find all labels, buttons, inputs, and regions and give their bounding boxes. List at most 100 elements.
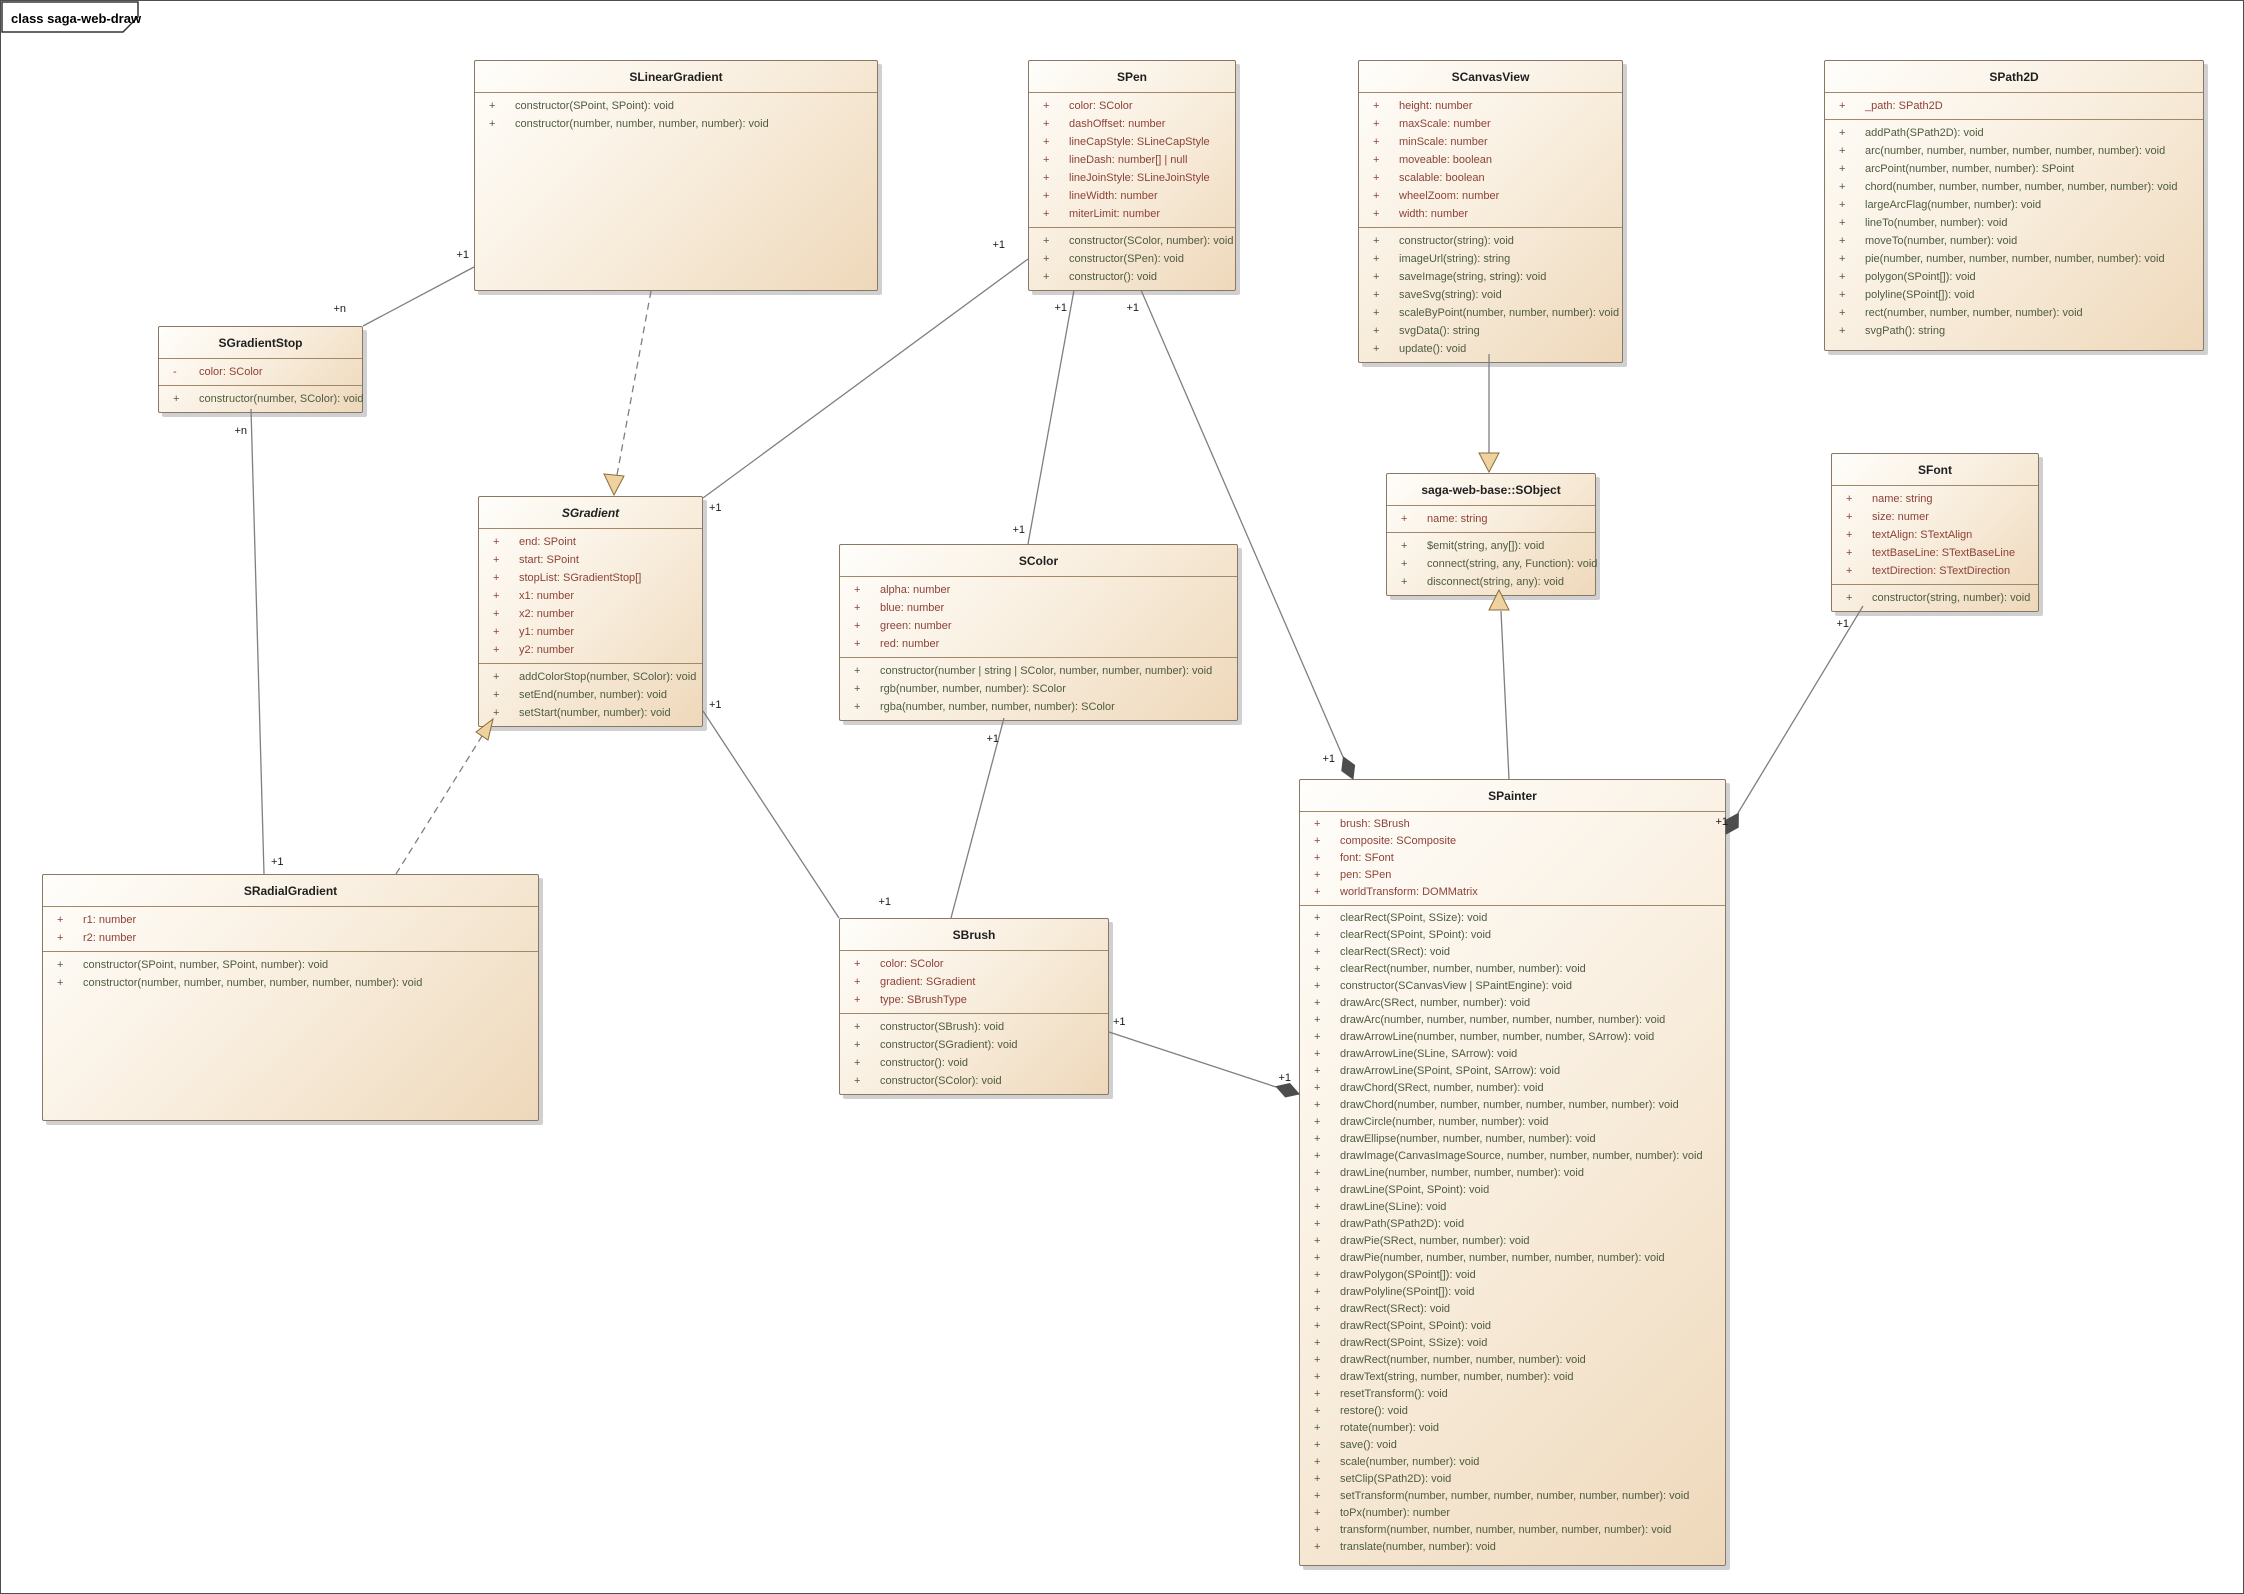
attribute-row-text: textAlign: STextAlign [1872, 526, 1972, 544]
realization-sradialgradient-sgradient[interactable] [396, 736, 482, 874]
visibility-symbol: + [1370, 115, 1399, 133]
generalization-spainter-sobject[interactable] [1501, 611, 1509, 779]
attribute-row: +green: number [840, 617, 1237, 635]
class-SPath2D[interactable]: SPath2D +_path: SPath2D +addPath(SPath2D… [1824, 60, 2204, 351]
class-SGradient[interactable]: SGradient +end: SPoint+start: SPoint+sto… [478, 496, 703, 727]
method-row: +restore(): void [1300, 1403, 1725, 1420]
visibility-symbol: + [1836, 142, 1865, 160]
visibility-symbol: + [1311, 1267, 1340, 1284]
visibility-symbol: + [1370, 133, 1399, 151]
method-row: +constructor(SGradient): void [840, 1036, 1108, 1054]
visibility-symbol: + [1370, 268, 1399, 286]
method-row: +drawArc(SRect, number, number): void [1300, 995, 1725, 1012]
realization-triangle-icon [604, 474, 624, 495]
association-sgradient-sbrush[interactable] [703, 711, 839, 918]
class-SPainter[interactable]: SPainter +brush: SBrush+composite: SComp… [1299, 779, 1726, 1566]
multiplicity-label: +1 [1322, 753, 1335, 765]
method-row: +drawPolygon(SPoint[]): void [1300, 1267, 1725, 1284]
class-SGradientStop[interactable]: SGradientStop -color: SColor +constructo… [158, 326, 363, 413]
visibility-symbol: + [1311, 1301, 1340, 1318]
realization-slineargradient-sgradient[interactable] [617, 291, 651, 475]
frame-tab [2, 2, 138, 32]
method-row: +moveTo(number, number): void [1825, 232, 2203, 250]
method-row-text: imageUrl(string): string [1399, 250, 1510, 268]
attributes-compartment: +brush: SBrush+composite: SComposite+fon… [1300, 811, 1725, 905]
method-row-text: constructor(number, number, number, numb… [515, 115, 769, 133]
method-row-text: clearRect(SRect): void [1340, 944, 1450, 961]
attribute-row-text: scalable: boolean [1399, 169, 1485, 187]
attribute-row-text: minScale: number [1399, 133, 1488, 151]
visibility-symbol: + [851, 599, 880, 617]
attribute-row: +end: SPoint [479, 533, 702, 551]
class-SBrush[interactable]: SBrush +color: SColor+gradient: SGradien… [839, 918, 1109, 1095]
diagram-canvas: +n +1 +n +1 +1 +1 +1 +1 +1 +1 +1 +1 +1 +… [0, 0, 2244, 1594]
methods-compartment: +constructor(SBrush): void+constructor(S… [840, 1013, 1108, 1094]
attribute-row-text: red: number [880, 635, 939, 653]
methods-compartment: +constructor(string): void+imageUrl(stri… [1359, 227, 1622, 362]
method-row-text: drawRect(SRect): void [1340, 1301, 1450, 1318]
class-title: SCanvasView [1359, 61, 1622, 92]
visibility-symbol: + [851, 698, 880, 716]
visibility-symbol: + [851, 1018, 880, 1036]
method-row-text: drawPolyline(SPoint[]): void [1340, 1284, 1475, 1301]
visibility-symbol: + [1311, 1131, 1340, 1148]
attribute-row: +font: SFont [1300, 850, 1725, 867]
method-row-text: saveSvg(string): void [1399, 286, 1502, 304]
composition-sfont-spainter[interactable] [1738, 606, 1863, 813]
visibility-symbol: + [851, 973, 880, 991]
visibility-symbol: + [490, 623, 519, 641]
visibility-symbol: + [490, 668, 519, 686]
attribute-row-text: color: SColor [880, 955, 944, 973]
attribute-row: +worldTransform: DOMMatrix [1300, 884, 1725, 901]
visibility-symbol: + [486, 115, 515, 133]
method-row-text: drawLine(SLine): void [1340, 1199, 1446, 1216]
class-SFont[interactable]: SFont +name: string+size: numer+textAlig… [1831, 453, 2039, 612]
visibility-symbol: + [1311, 1539, 1340, 1556]
class-SColor[interactable]: SColor +alpha: number+blue: number+green… [839, 544, 1238, 721]
methods-compartment: +constructor(number, SColor): void [159, 385, 362, 412]
class-SObject[interactable]: saga-web-base::SObject +name: string +$e… [1386, 473, 1596, 596]
class-SCanvasView[interactable]: SCanvasView +height: number+maxScale: nu… [1358, 60, 1623, 363]
attribute-row-text: start: SPoint [519, 551, 579, 569]
visibility-symbol: + [851, 617, 880, 635]
multiplicity-label: +1 [1012, 524, 1025, 536]
attribute-row: +stopList: SGradientStop[] [479, 569, 702, 587]
methods-compartment: +addColorStop(number, SColor): void+setE… [479, 663, 702, 726]
method-row: +svgPath(): string [1825, 322, 2203, 340]
visibility-symbol: + [54, 911, 83, 929]
class-SPen[interactable]: SPen +color: SColor+dashOffset: number+l… [1028, 60, 1236, 291]
attribute-row-text: color: SColor [199, 363, 263, 381]
attribute-row-text: name: string [1872, 490, 1933, 508]
method-row-text: polygon(SPoint[]): void [1865, 268, 1976, 286]
method-row-text: drawArc(SRect, number, number): void [1340, 995, 1530, 1012]
multiplicity-label: +1 [456, 249, 469, 261]
method-row: +constructor(SBrush): void [840, 1018, 1108, 1036]
attributes-compartment: +end: SPoint + start: SPoint+stopList: SGr… [479, 528, 702, 663]
class-title: SColor [840, 545, 1237, 576]
method-row: +setClip(SPath2D): void [1300, 1471, 1725, 1488]
association-sgradientstop-slineargradient[interactable] [363, 267, 474, 326]
attribute-row-text: end: SPoint [519, 533, 576, 551]
method-row: +chord(number, number, number, number, n… [1825, 178, 2203, 196]
attribute-row-text: blue: number [880, 599, 944, 617]
method-row-text: constructor(number | string | SColor, nu… [880, 662, 1212, 680]
class-SRadialGradient[interactable]: SRadialGradient +r1: number+r2: number +… [42, 874, 539, 1121]
association-sgradientstop-sradialgradient[interactable] [251, 409, 264, 874]
association-spen-scolor[interactable] [1028, 290, 1074, 544]
methods-compartment: +constructor(SPoint, number, SPoint, num… [43, 951, 538, 1120]
composition-sbrush-spainter[interactable] [1109, 1032, 1276, 1087]
class-SLinearGradient[interactable]: SLinearGradient +constructor(SPoint, SPo… [474, 60, 878, 291]
visibility-symbol: + [170, 390, 199, 408]
method-row-text: constructor(number, SColor): void [199, 390, 363, 408]
association-sgradient-spen[interactable] [703, 259, 1028, 498]
attribute-row-text: composite: SComposite [1340, 833, 1456, 850]
method-row-text: drawRect(SPoint, SSize): void [1340, 1335, 1487, 1352]
attribute-row: -color: SColor [159, 363, 362, 381]
methods-compartment: +addPath(SPath2D): void+arc(number, numb… [1825, 119, 2203, 350]
method-row-text: constructor(): void [1069, 268, 1157, 286]
method-row: +constructor(SPen): void [1029, 250, 1235, 268]
visibility-symbol: + [1836, 232, 1865, 250]
attribute-row-text: maxScale: number [1399, 115, 1491, 133]
association-scolor-sbrush[interactable] [951, 718, 1004, 918]
visibility-symbol: + [1040, 97, 1069, 115]
